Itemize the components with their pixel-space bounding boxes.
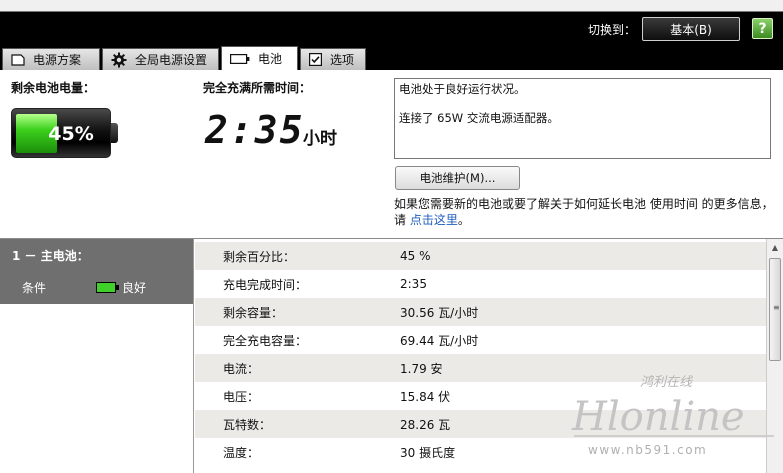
battery-title: 1 － 主电池： <box>12 249 89 263</box>
gear-icon <box>111 52 127 68</box>
status-line-health: 电池处于良好运行状况。 <box>399 82 526 96</box>
status-line-adapter: 连接了 65W 交流电源适配器。 <box>399 111 559 125</box>
detail-value: 45 % <box>400 249 431 263</box>
tab-battery[interactable]: 电池 <box>221 46 298 70</box>
scrollbar-thumb[interactable]: ≡ <box>769 258 781 361</box>
detail-key: 电压： <box>223 389 260 404</box>
detail-key: 剩余百分比： <box>223 249 296 264</box>
battery-details-table: 剩余百分比： 45 % 充电完成时间： 2:35 剩余容量： 30.56 瓦/小时 完… <box>195 239 766 473</box>
detail-key: 剩余容量： <box>223 305 284 320</box>
time-to-full-label: 完全充满所需时间： <box>203 81 312 95</box>
tab-options-label: 选项 <box>330 53 355 67</box>
battery-good-icon <box>96 282 119 293</box>
detail-key: 完全充电容量： <box>223 333 308 348</box>
detail-key: 电流： <box>223 361 260 376</box>
table-row: 剩余百分比： 45 % <box>195 242 766 270</box>
tab-power-plan-label: 电源方案 <box>33 53 82 67</box>
tab-battery-label: 电池 <box>258 52 283 66</box>
time-to-full-value: 2:35 <box>205 108 305 152</box>
scroll-up-arrow-icon[interactable]: ▲ <box>767 239 783 256</box>
condition-value: 良好 <box>122 281 147 295</box>
detail-value: 2:35 <box>400 277 427 291</box>
detail-value: 1.79 安 <box>400 361 443 376</box>
tab-power-plan[interactable]: 电源方案 <box>2 48 100 70</box>
info-text-end: 。 <box>457 213 470 227</box>
click-here-link[interactable]: 点击这里 <box>410 213 458 227</box>
details-scrollbar[interactable]: ▲ ≡ <box>766 239 783 473</box>
detail-value: 30.56 瓦/小时 <box>400 305 479 320</box>
help-icon: ? <box>758 20 767 37</box>
scrollbar-grip-icon: ≡ <box>773 303 780 312</box>
battery-list-pane: 1 － 主电池： 条件 良好 <box>0 239 194 473</box>
detail-value: 30 摄氏度 <box>400 445 456 460</box>
remaining-charge-label: 剩余电池电量： <box>11 81 96 95</box>
battery-level-indicator: 45% <box>11 108 121 158</box>
window-top-strip <box>0 0 783 12</box>
table-row: 剩余容量： 30.56 瓦/小时 <box>195 298 766 326</box>
tab-options[interactable]: 选项 <box>300 48 366 70</box>
battery-maintenance-button[interactable]: 电池维护(M)... <box>395 166 520 190</box>
detail-key: 充电完成时间： <box>223 277 308 292</box>
battery-list-item-main[interactable]: 1 － 主电池： 条件 良好 <box>0 239 193 304</box>
table-row: 完全充电容量： 69.44 瓦/小时 <box>195 326 766 354</box>
help-button[interactable]: ? <box>752 18 773 39</box>
detail-key: 温度： <box>223 445 260 460</box>
table-row: 电压： 15.84 伏 <box>195 382 766 410</box>
battery-icon <box>230 53 250 64</box>
info-text: 如果您需要新的电池或要了解关于如何延长电池 使用时间 的更多信息，请 点击这里。 <box>394 196 779 228</box>
table-row: 电流： 1.79 安 <box>195 354 766 382</box>
tab-global-settings[interactable]: 全局电源设置 <box>102 48 219 70</box>
basic-mode-button[interactable]: 基本(B) <box>642 17 740 41</box>
switch-to-label: 切换到： <box>588 23 637 37</box>
detail-value: 28.26 瓦 <box>400 417 451 432</box>
table-row: 充电完成时间： 2:35 <box>195 270 766 298</box>
battery-percent: 45% <box>48 123 94 145</box>
battery-status-box: 电池处于良好运行状况。 连接了 65W 交流电源适配器。 <box>394 78 771 159</box>
table-row: 瓦特数： 28.26 瓦 <box>195 410 766 438</box>
time-unit: 小时 <box>303 129 337 149</box>
document-icon <box>11 53 25 66</box>
detail-value: 15.84 伏 <box>400 389 451 404</box>
detail-value: 69.44 瓦/小时 <box>400 333 479 348</box>
tab-global-settings-label: 全局电源设置 <box>135 53 208 67</box>
battery-tip <box>111 123 118 143</box>
condition-label: 条件 <box>22 281 47 295</box>
checkbox-icon <box>309 53 322 66</box>
battery-body: 45% <box>11 108 111 158</box>
detail-key: 瓦特数： <box>223 417 272 432</box>
table-row: 温度： 30 摄氏度 <box>195 438 766 466</box>
